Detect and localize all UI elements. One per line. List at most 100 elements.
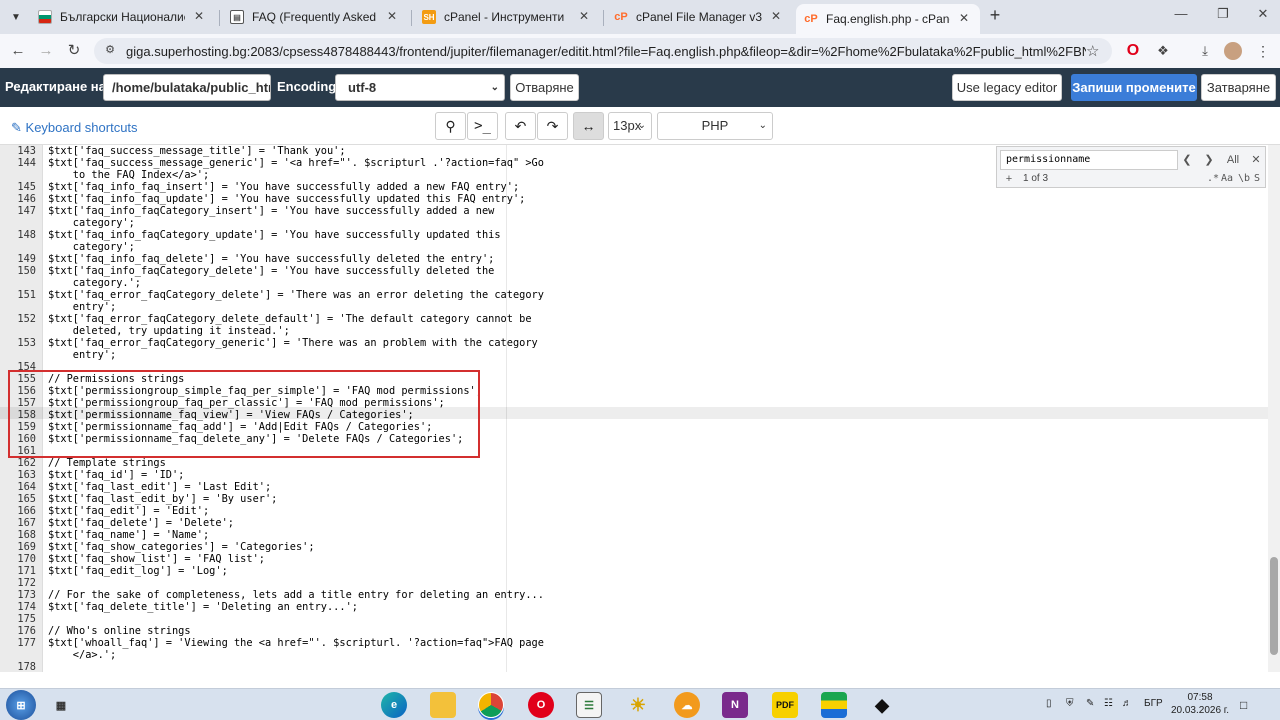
taskbar-clock[interactable]: 07:58 20.03.2026 г. — [1164, 691, 1236, 717]
close-icon[interactable]: ✕ — [191, 9, 207, 25]
stacked-app-icon[interactable] — [821, 692, 847, 718]
code-line[interactable]: 152 $txt['faq_error_faqCategory_delete_de… — [0, 313, 1260, 325]
code-editor[interactable]: 143 $txt['faq_success_message_title'] = '… — [0, 145, 1280, 672]
search-all-button[interactable]: All — [1221, 150, 1245, 170]
code-line[interactable]: 174 $txt['faq_delete_title'] = 'Deleting … — [0, 601, 1260, 613]
vertical-scrollbar[interactable] — [1268, 145, 1280, 672]
forward-arrow-icon[interactable]: → — [36, 41, 56, 61]
font-size-select[interactable]: 13px ⌄ — [608, 112, 652, 140]
opera-icon[interactable]: O — [528, 692, 554, 718]
code-line[interactable]: entry'; — [0, 349, 1260, 361]
code-line[interactable]: 177 $txt['whoall_faq'] = 'Viewing the <a … — [0, 637, 1260, 649]
code-line[interactable]: 161 — [0, 445, 1260, 457]
code-line[interactable]: 172 — [0, 577, 1260, 589]
code-line[interactable]: </a>.'; — [0, 649, 1260, 661]
encoding-select[interactable]: utf-8 ⌄ — [335, 74, 505, 101]
scrollbar-thumb[interactable] — [1270, 557, 1278, 655]
code-line[interactable]: 166 $txt['faq_edit'] = 'Edit'; — [0, 505, 1260, 517]
close-icon[interactable]: ✕ — [768, 9, 784, 25]
reload-icon[interactable]: ↻ — [64, 41, 84, 61]
tab-faq-english-php[interactable]: cP Faq.english.php - cPanel File Manager… — [796, 4, 980, 34]
keyboard-shortcuts-link[interactable]: ✎ Keyboard shortcuts — [11, 120, 138, 136]
code-line[interactable]: category'; — [0, 217, 1260, 229]
goto-line-icon[interactable]: >_ — [467, 112, 498, 140]
window-close-icon[interactable]: ✕ — [1248, 6, 1278, 28]
code-line[interactable]: 159 $txt['permissionname_faq_add'] = 'Add… — [0, 421, 1260, 433]
tab-bulgarian-nationalist[interactable]: Български Националистически ✕ — [30, 4, 215, 30]
address-bar[interactable]: ⚙ giga.superhosting.bg:2083/cpsess487848… — [94, 38, 1112, 64]
search-input[interactable]: permissionname — [1000, 150, 1178, 170]
code-line[interactable]: 151 $txt['faq_error_faqCategory_delete'] … — [0, 289, 1260, 301]
back-arrow-icon[interactable]: ← — [8, 41, 28, 61]
opera-extension-icon[interactable]: O — [1124, 42, 1142, 60]
search-close-icon[interactable]: ✕ — [1246, 150, 1266, 170]
chrome-icon[interactable] — [478, 692, 504, 718]
tab-faq[interactable]: ▤ FAQ (Frequently Asked Questions) ✕ — [222, 4, 408, 30]
close-icon[interactable]: ✕ — [576, 9, 592, 25]
save-changes-button[interactable]: Запиши промените — [1071, 74, 1197, 101]
replace-toggle-plus-icon[interactable]: + — [1000, 171, 1018, 187]
code-line[interactable]: 158 $txt['permissionname_faq_view'] = 'Vi… — [0, 409, 1260, 421]
tray-volume-icon[interactable]: ♬ — [1122, 698, 1132, 709]
legacy-editor-button[interactable]: Use legacy editor — [952, 74, 1062, 101]
new-tab-plus-icon[interactable]: + — [985, 6, 1005, 26]
search-prev-icon[interactable]: ❮ — [1177, 150, 1197, 170]
code-line[interactable]: 156 $txt['permissiongroup_simple_faq_per_… — [0, 385, 1260, 397]
code-line[interactable]: 175 — [0, 613, 1260, 625]
code-line[interactable]: 169 $txt['faq_show_categories'] = 'Catego… — [0, 541, 1260, 553]
site-info-icon[interactable]: ⚙ — [102, 43, 118, 59]
weather-icon[interactable]: ☁ — [674, 692, 700, 718]
code-line[interactable]: 157 $txt['permissiongroup_faq_per_classic… — [0, 397, 1260, 409]
code-line[interactable]: category'; — [0, 241, 1260, 253]
code-line[interactable]: 168 $txt['faq_name'] = 'Name'; — [0, 529, 1260, 541]
code-line[interactable]: 176 // Who's online strings — [0, 625, 1260, 637]
undo-icon[interactable]: ↶ — [505, 112, 536, 140]
code-line[interactable]: 178 — [0, 661, 1260, 672]
code-line[interactable]: 154 — [0, 361, 1260, 373]
edge-icon[interactable]: e — [381, 692, 407, 718]
notifications-icon[interactable]: □ — [1240, 698, 1247, 712]
notepad-icon[interactable]: ☰ — [576, 692, 602, 718]
code-line[interactable]: 155 // Permissions strings — [0, 373, 1260, 385]
tab-cpanel-file-manager[interactable]: cP cPanel File Manager v3 ✕ — [606, 4, 792, 30]
search-icon[interactable]: ⚲ — [435, 112, 466, 140]
url-text[interactable]: giga.superhosting.bg:2083/cpsess48784884… — [126, 44, 1086, 59]
tab-cpanel-tools[interactable]: SH cPanel - Инструменти ✕ — [414, 4, 600, 30]
code-line[interactable]: deleted, try updating it instead.'; — [0, 325, 1260, 337]
code-line[interactable]: 150 $txt['faq_info_faqCategory_delete'] =… — [0, 265, 1260, 277]
code-line[interactable]: category.'; — [0, 277, 1260, 289]
tab-search-chevron-icon[interactable]: ▼ — [6, 7, 26, 27]
code-line[interactable]: 170 $txt['faq_show_list'] = 'FAQ list'; — [0, 553, 1260, 565]
close-button[interactable]: Затваряне — [1201, 74, 1276, 101]
code-line[interactable]: 167 $txt['faq_delete'] = 'Delete'; — [0, 517, 1260, 529]
whole-word-toggle[interactable]: \b — [1238, 173, 1250, 184]
code-line[interactable]: 164 $txt['faq_last_edit'] = 'Last Edit'; — [0, 481, 1260, 493]
fox-app-icon[interactable]: ◆ — [869, 692, 895, 718]
onenote-icon[interactable]: N — [722, 692, 748, 718]
case-toggle[interactable]: Aa — [1221, 173, 1233, 184]
code-line[interactable]: 153 $txt['faq_error_faqCategory_generic']… — [0, 337, 1260, 349]
search-next-icon[interactable]: ❯ — [1199, 150, 1219, 170]
wrap-toggle-icon[interactable]: ↔ — [573, 112, 604, 140]
pdf-app-icon[interactable]: PDF — [772, 692, 798, 718]
code-line[interactable]: 149 $txt['faq_info_faq_delete'] = 'You ha… — [0, 253, 1260, 265]
file-path-input[interactable]: /home/bulataka/public_html — [103, 74, 271, 101]
restore-icon[interactable]: ❐ — [1208, 6, 1238, 28]
code-line[interactable]: 171 $txt['faq_edit_log'] = 'Log'; — [0, 565, 1260, 577]
code-line[interactable]: 163 $txt['faq_id'] = 'ID'; — [0, 469, 1260, 481]
code-line[interactable]: 165 $txt['faq_last_edit_by'] = 'By user'; — [0, 493, 1260, 505]
close-icon[interactable]: ✕ — [956, 11, 972, 27]
tray-pen-icon[interactable]: ✎ — [1086, 698, 1094, 709]
more-menu-icon[interactable]: ⋮ — [1254, 42, 1272, 60]
syntax-mode-select[interactable]: PHP ⌄ — [657, 112, 773, 140]
code-line[interactable]: 146 $txt['faq_info_faq_update'] = 'You ha… — [0, 193, 1260, 205]
task-view-icon[interactable]: ▦ — [48, 692, 74, 718]
tray-shield-icon[interactable]: ⛨ — [1066, 698, 1074, 709]
file-explorer-icon[interactable] — [430, 692, 456, 718]
code-line[interactable]: 173 // For the sake of completeness, lets… — [0, 589, 1260, 601]
start-button-icon[interactable]: ⊞ — [6, 690, 36, 720]
download-icon[interactable]: ⤓ — [1196, 42, 1214, 60]
tray-language[interactable]: БГР — [1144, 698, 1163, 709]
code-line[interactable]: 162 // Template strings — [0, 457, 1260, 469]
tray-device-icon[interactable]: ▯ — [1046, 698, 1052, 709]
